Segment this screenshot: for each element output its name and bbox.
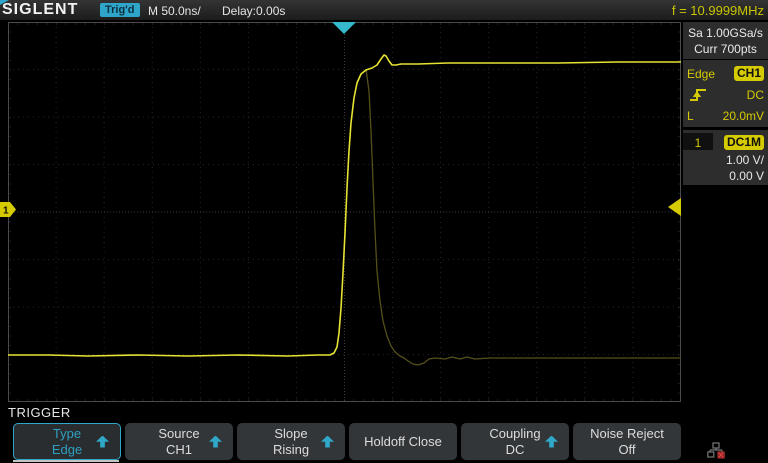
rising-edge-icon bbox=[687, 87, 709, 103]
button-label-line2: Edge bbox=[52, 442, 82, 458]
channel1-level-marker-icon[interactable]: 1 bbox=[0, 202, 17, 217]
memory-depth: Curr 700pts bbox=[687, 41, 764, 57]
active-button-underline bbox=[13, 460, 119, 462]
trigger-position-marker-icon[interactable] bbox=[332, 22, 356, 34]
trace-dim-ch1 bbox=[366, 69, 681, 365]
menu-button-noise-reject[interactable]: Noise Reject Off bbox=[573, 423, 681, 460]
softkey-menu: TRIGGER Type Edge Source CH1 Slope Risin… bbox=[0, 402, 768, 463]
timebase-readout: M 50.0ns/ bbox=[148, 4, 201, 18]
button-label-line1: Coupling bbox=[489, 426, 540, 442]
trigger-status-badge: Trig'd bbox=[100, 3, 140, 17]
menu-button-coupling[interactable]: Coupling DC bbox=[461, 423, 569, 460]
button-label-line1: Source bbox=[158, 426, 199, 442]
trigger-coupling: DC bbox=[747, 88, 764, 102]
menu-button-slope[interactable]: Slope Rising bbox=[237, 423, 345, 460]
trigger-type: Edge bbox=[687, 67, 715, 81]
channel-marker-label: 1 bbox=[3, 206, 9, 217]
lan-status-icon bbox=[707, 442, 725, 460]
trigger-info-panel[interactable]: Edge CH1 DC L 20.0mV bbox=[683, 60, 768, 127]
brand-logo: SIGLENT bbox=[2, 1, 78, 19]
frequency-counter: f = 10.9999MHz bbox=[672, 3, 764, 18]
up-arrow-icon bbox=[321, 436, 334, 448]
button-label-line2: DC bbox=[506, 442, 525, 458]
menu-button-type[interactable]: Type Edge bbox=[13, 423, 121, 460]
menu-button-source[interactable]: Source CH1 bbox=[125, 423, 233, 460]
waveform-traces bbox=[8, 22, 681, 402]
trigger-source-badge: CH1 bbox=[734, 66, 764, 81]
button-label-line1: Holdoff Close bbox=[364, 434, 442, 450]
trace-ch1 bbox=[8, 55, 681, 356]
button-label-line1: Noise Reject bbox=[590, 426, 664, 442]
button-label-line2: Rising bbox=[273, 442, 309, 458]
button-label-line1: Slope bbox=[274, 426, 307, 442]
menu-title: TRIGGER bbox=[8, 405, 71, 420]
channel-number: 1 bbox=[683, 133, 713, 150]
channel-coupling-badge: DC1M bbox=[724, 135, 764, 150]
sidebar: Sa 1.00GSa/s Curr 700pts Edge CH1 DC L 2… bbox=[683, 22, 768, 60]
acquisition-panel: Sa 1.00GSa/s Curr 700pts bbox=[683, 22, 768, 59]
up-arrow-icon bbox=[545, 436, 558, 448]
up-arrow-icon bbox=[209, 436, 222, 448]
oscilloscope-screen: SIGLENT Trig'd M 50.0ns/ Delay:0.00s f =… bbox=[0, 0, 768, 463]
trigger-level-marker-icon[interactable] bbox=[668, 198, 681, 216]
button-label-line1: Type bbox=[53, 426, 81, 442]
top-status-bar: SIGLENT Trig'd M 50.0ns/ Delay:0.00s f =… bbox=[0, 0, 768, 20]
up-arrow-icon bbox=[96, 436, 109, 448]
channel1-info-panel[interactable]: 1 DC1M 1.00 V/ 0.00 V bbox=[683, 130, 768, 185]
trigger-level-label: L bbox=[687, 109, 694, 123]
sample-rate: Sa 1.00GSa/s bbox=[687, 25, 764, 41]
delay-readout: Delay:0.00s bbox=[222, 4, 285, 18]
button-label-line2: Off bbox=[618, 442, 635, 458]
channel-scale: 1.00 V/ bbox=[687, 152, 764, 168]
channel-offset: 0.00 V bbox=[687, 168, 764, 184]
trigger-level-value: 20.0mV bbox=[723, 109, 764, 123]
menu-button-holdoff[interactable]: Holdoff Close bbox=[349, 423, 457, 460]
waveform-display bbox=[8, 22, 681, 402]
button-label-line2: CH1 bbox=[166, 442, 192, 458]
